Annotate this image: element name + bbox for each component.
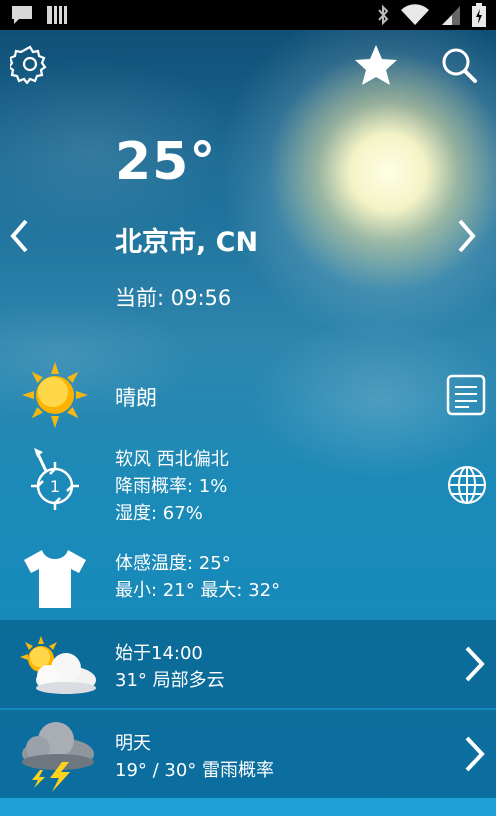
compass-icon: 1 xyxy=(24,446,86,520)
sunny-icon xyxy=(22,362,88,432)
bottom-bar xyxy=(0,798,496,816)
forecast-later-detail: 31° 局部多云 xyxy=(115,670,225,691)
forecast-tomorrow-title: 明天 xyxy=(115,733,151,754)
map-button[interactable] xyxy=(446,464,488,510)
rain-chance: 降雨概率: 1% xyxy=(115,476,228,497)
battery-icon xyxy=(472,3,486,31)
thunderstorm-icon xyxy=(16,718,96,798)
chevron-right-icon xyxy=(457,218,477,258)
settings-button[interactable] xyxy=(7,44,50,88)
chevron-left-icon xyxy=(9,218,29,258)
forecast-tomorrow-text: 明天 19° / 30° 雷雨概率 xyxy=(115,730,274,784)
forecast-tomorrow-detail: 19° / 30° 雷雨概率 xyxy=(115,760,275,781)
forecast-tomorrow-chevron-right-icon xyxy=(462,734,488,774)
partly-cloudy-icon xyxy=(14,634,98,702)
forecast-later-title: 始于14:00 xyxy=(115,643,203,664)
globe-icon xyxy=(446,466,488,510)
feels-like-info: 体感温度: 25° 最小: 21° 最大: 32° xyxy=(115,550,280,604)
previous-location-button[interactable] xyxy=(4,218,34,258)
feels-like-temperature: 体感温度: 25° xyxy=(115,553,231,574)
signal-icon xyxy=(440,4,462,30)
wind-force-value: 1 xyxy=(50,477,60,496)
bluetooth-icon xyxy=(376,4,390,30)
search-icon xyxy=(440,48,478,88)
favorite-button[interactable] xyxy=(354,44,398,90)
forecast-row-tomorrow[interactable]: 明天 19° / 30° 雷雨概率 xyxy=(0,710,496,798)
forecast-row-later[interactable]: 始于14:00 31° 局部多云 xyxy=(0,620,496,708)
forecast-later-text: 始于14:00 31° 局部多云 xyxy=(115,640,225,694)
current-temperature: 25° xyxy=(115,132,217,192)
document-icon xyxy=(446,374,486,420)
city-name: 北京市, CN xyxy=(115,227,259,258)
wifi-icon xyxy=(400,4,430,30)
storage-notification-icon xyxy=(46,4,68,30)
tshirt-icon xyxy=(22,548,88,614)
weather-condition: 晴朗 xyxy=(115,386,157,410)
next-location-button[interactable] xyxy=(452,218,482,258)
star-icon xyxy=(354,45,398,90)
search-button[interactable] xyxy=(440,46,478,88)
forecast-later-chevron-right-icon xyxy=(462,644,488,684)
status-bar xyxy=(0,0,496,30)
message-notification-icon xyxy=(10,4,34,30)
min-max-temperature: 最小: 21° 最大: 32° xyxy=(115,580,281,601)
wind-description: 软风 西北偏北 xyxy=(115,449,229,470)
wind-info: 软风 西北偏北 降雨概率: 1% 湿度: 67% xyxy=(115,446,229,527)
humidity: 湿度: 67% xyxy=(115,503,203,524)
current-time: 当前: 09:56 xyxy=(115,286,232,310)
gear-icon xyxy=(7,45,50,88)
details-button[interactable] xyxy=(446,374,486,420)
